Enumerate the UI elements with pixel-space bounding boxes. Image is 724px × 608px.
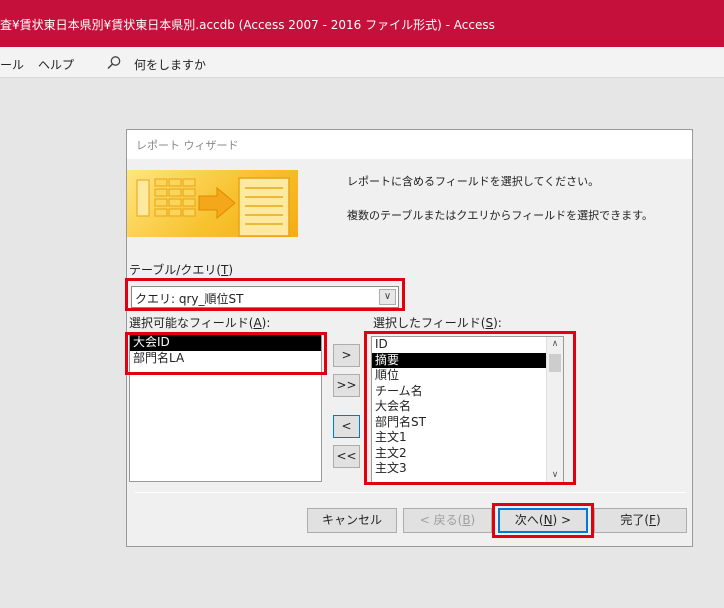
selected-field-item[interactable]: 主文1 <box>372 430 563 446</box>
finish-button[interactable]: 完了(F) <box>594 508 687 533</box>
available-field-item[interactable]: 大会ID <box>130 335 321 351</box>
selected-fields-label: 選択したフィールド(S): <box>373 316 502 330</box>
selected-field-item[interactable]: 部門名ST <box>372 415 563 431</box>
add-field-button[interactable]: > <box>333 344 360 367</box>
menu-item-tools[interactable]: ール <box>0 56 24 73</box>
cancel-button[interactable]: キャンセル <box>307 508 397 533</box>
chevron-down-icon[interactable]: ∨ <box>379 289 396 305</box>
selected-fields-list[interactable]: ID 摘要 順位 チーム名 大会名 部門名ST 主文1 主文2 主文3 ∧ ∨ <box>371 336 564 484</box>
window-title: 査¥賃状東日本県別¥賃状東日本県別.accdb (Access 2007 - 2… <box>0 18 495 32</box>
scroll-down-icon[interactable]: ∨ <box>547 468 563 483</box>
menu-bar: ール ヘルプ 何をしますか <box>0 47 724 78</box>
table-query-label: テーブル/クエリ(T) <box>129 263 234 277</box>
dialog-separator <box>135 492 686 493</box>
dialog-title: レポート ウィザード <box>127 130 692 159</box>
selected-field-item[interactable]: ID <box>372 337 563 353</box>
selected-field-item[interactable]: 大会名 <box>372 399 563 415</box>
scroll-up-icon[interactable]: ∧ <box>547 337 563 352</box>
selected-field-item[interactable]: 主文2 <box>372 446 563 462</box>
available-fields-list[interactable]: 大会ID 部門名LA <box>129 334 322 482</box>
menu-item-help[interactable]: ヘルプ <box>38 56 74 73</box>
table-query-value: クエリ: qry_順位ST <box>135 292 244 306</box>
wizard-banner-image <box>127 170 298 237</box>
remove-all-fields-button[interactable]: << <box>333 445 360 468</box>
selected-field-item[interactable]: 順位 <box>372 368 563 384</box>
selected-field-item[interactable]: チーム名 <box>372 384 563 400</box>
selected-field-item[interactable]: 摘要 <box>372 352 563 368</box>
available-field-item[interactable]: 部門名LA <box>130 351 321 367</box>
report-wizard-dialog: レポート ウィザード レポートに含めるフィールドを選択してください。 複数のテー… <box>126 129 693 547</box>
instruction-text-2: 複数のテーブルまたはクエリからフィールドを選択できます。 <box>347 209 654 222</box>
back-button[interactable]: < 戻る(B) <box>403 508 492 533</box>
available-fields-label: 選択可能なフィールド(A): <box>129 316 271 330</box>
selected-field-item[interactable]: 主文3 <box>372 461 563 477</box>
instruction-text-1: レポートに含めるフィールドを選択してください。 <box>347 175 600 188</box>
title-bar: 査¥賃状東日本県別¥賃状東日本県別.accdb (Access 2007 - 2… <box>0 0 724 47</box>
tell-me-search[interactable]: 何をしますか <box>134 56 206 73</box>
next-button[interactable]: 次へ(N) > <box>498 508 588 533</box>
table-query-dropdown[interactable]: クエリ: qry_順位ST ∨ <box>131 286 399 308</box>
search-icon[interactable] <box>106 55 122 71</box>
remove-field-button[interactable]: < <box>333 415 360 438</box>
scroll-thumb[interactable] <box>549 354 561 372</box>
selected-fields-scrollbar[interactable]: ∧ ∨ <box>546 337 563 483</box>
add-all-fields-button[interactable]: >> <box>333 374 360 397</box>
